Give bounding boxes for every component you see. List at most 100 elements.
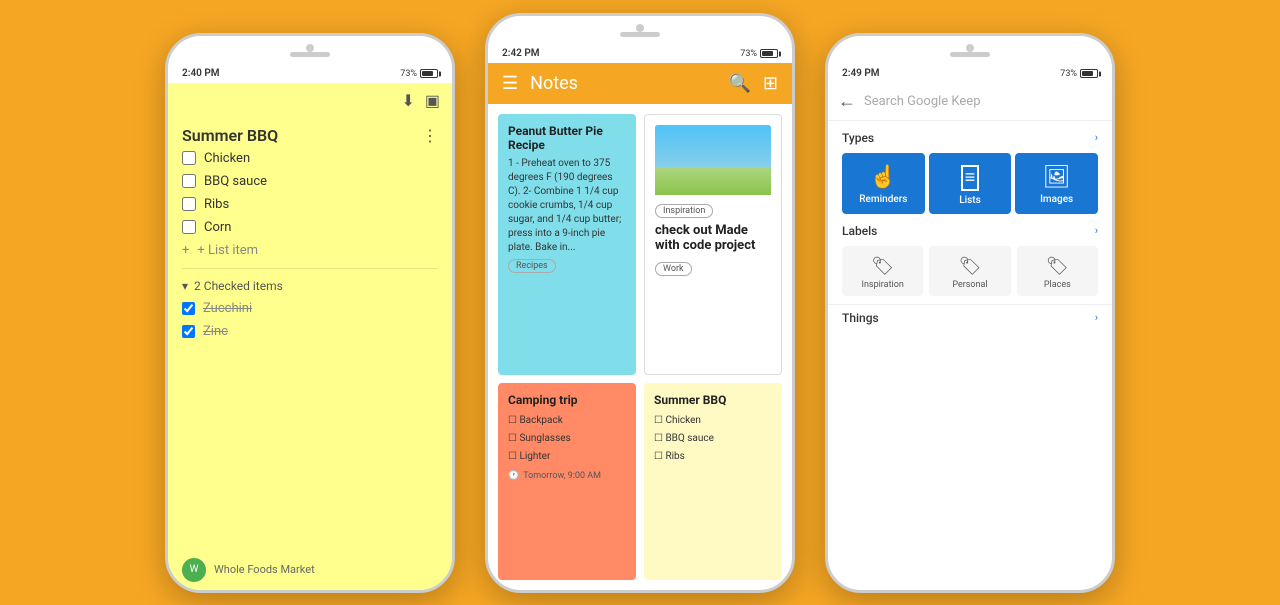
left-battery-pct: 73% (400, 69, 417, 79)
left-phone-top (168, 36, 452, 65)
work-tag: Work (655, 262, 692, 276)
reminders-icon: ☝ (870, 165, 897, 190)
left-screen: ⬇ ▣ Summer BBQ ⋮ Chicken BBQ sauce (168, 83, 452, 590)
label-places[interactable]: 🏷 Places (1017, 246, 1098, 296)
right-screen: ← Search Google Keep Types › ☝ Reminders… (828, 83, 1112, 590)
things-header: Things › (842, 305, 1098, 331)
labels-section: Labels › 🏷 Inspiration 🏷 Personal 🏷 Plac… (828, 224, 1112, 304)
center-phone: 2:42 PM 73% ☰ Notes 🔍 ⊞ Peanut Butter Pi… (485, 13, 795, 593)
label-tag-icon-2: 🏷 (1046, 256, 1069, 277)
center-app-bar: ☰ Notes 🔍 ⊞ (488, 63, 792, 104)
clock-icon: 🕐 (508, 471, 519, 481)
more-icon[interactable]: ⋮ (422, 126, 438, 145)
center-battery-icon (760, 49, 778, 58)
lists-icon: ≡ (961, 165, 980, 191)
checklist-divider (182, 268, 438, 269)
images-icon: 🖼 (1043, 165, 1071, 190)
chevron-down-icon: ▾ (182, 279, 188, 293)
image-field (655, 167, 771, 195)
add-list-item[interactable]: + + List item (182, 243, 438, 258)
checked-section-toggle[interactable]: ▾ 2 Checked items (182, 279, 438, 293)
checkbox-zucchini[interactable] (182, 302, 195, 315)
types-title: Types (842, 131, 874, 145)
labels-grid: 🏷 Inspiration 🏷 Personal 🏷 Places (842, 246, 1098, 296)
things-more[interactable]: › (1095, 311, 1098, 324)
grid-icon[interactable]: ⊞ (763, 73, 778, 94)
left-speaker (290, 52, 330, 57)
note-card-inspiration[interactable]: Inspiration check out Made with code pro… (644, 114, 782, 376)
archive-icon[interactable]: ⬇ (401, 91, 414, 110)
note-card-bbq[interactable]: Summer BBQ ☐ Chicken ☐ BBQ sauce ☐ Ribs (644, 383, 782, 580)
image-sky (655, 125, 771, 167)
app-bar-title: Notes (530, 73, 716, 94)
label-inspiration[interactable]: 🏷 Inspiration (842, 246, 923, 296)
camping-item-3: ☐ Lighter (508, 448, 626, 466)
reminders-label: Reminders (859, 194, 907, 205)
phones-container: 2:40 PM 73% ⬇ ▣ Summer BBQ ⋮ Chicken (0, 0, 1280, 605)
search-input[interactable]: Search Google Keep (864, 94, 1102, 109)
label-name-1: Personal (952, 280, 987, 290)
left-time: 2:40 PM (182, 68, 220, 79)
list-item-chicken: Chicken (182, 151, 438, 166)
right-time: 2:49 PM (842, 68, 880, 79)
inspiration-label-tag: Inspiration (655, 204, 713, 218)
checkbox-corn[interactable] (182, 220, 196, 234)
bbq-card-title: Summer BBQ (654, 393, 772, 407)
list-item-bbq: BBQ sauce (182, 174, 438, 189)
checkbox-ribs[interactable] (182, 197, 196, 211)
center-speaker (620, 32, 660, 37)
right-camera (966, 44, 974, 52)
footer-text: Whole Foods Market (214, 563, 315, 576)
right-battery-icon (1080, 69, 1098, 78)
center-status-icons: 73% (740, 49, 778, 59)
checkbox-chicken[interactable] (182, 151, 196, 165)
label-name-2: Places (1044, 280, 1071, 290)
camping-time: 🕐 Tomorrow, 9:00 AM (508, 471, 626, 481)
types-header: Types › (842, 131, 1098, 145)
right-speaker (950, 52, 990, 57)
center-phone-top (488, 16, 792, 45)
types-more[interactable]: › (1095, 131, 1098, 144)
camping-item-2: ☐ Sunglasses (508, 430, 626, 448)
right-status-icons: 73% (1060, 69, 1098, 79)
left-status-bar: 2:40 PM 73% (168, 65, 452, 83)
label-name-0: Inspiration (862, 280, 904, 290)
checkbox-bbq[interactable] (182, 174, 196, 188)
bbq-item-1: ☐ Chicken (654, 412, 772, 430)
labels-title: Labels (842, 224, 877, 238)
left-status-icons: 73% (400, 69, 438, 79)
checked-item-zucchini: Zucchini (182, 301, 438, 316)
camping-card-title: Camping trip (508, 393, 626, 407)
left-note-content: Summer BBQ ⋮ Chicken BBQ sauce Ribs (168, 118, 452, 550)
center-camera (636, 24, 644, 32)
recipe-card-title: Peanut Butter Pie Recipe (508, 124, 626, 152)
center-time: 2:42 PM (502, 48, 540, 59)
notes-grid: Peanut Butter Pie Recipe 1 - Preheat ove… (488, 104, 792, 590)
checked-item-zinc: Zinc (182, 324, 438, 339)
checkbox-icon[interactable]: ▣ (425, 91, 440, 110)
hamburger-icon[interactable]: ☰ (502, 73, 518, 94)
type-images[interactable]: 🖼 Images (1015, 153, 1098, 214)
type-reminders[interactable]: ☝ Reminders (842, 153, 925, 214)
right-battery-pct: 73% (1060, 69, 1077, 79)
list-item-ribs: Ribs (182, 197, 438, 212)
left-note-footer: W Whole Foods Market (168, 550, 452, 590)
recipe-tag: Recipes (508, 259, 556, 273)
note-card-camping[interactable]: Camping trip ☐ Backpack ☐ Sunglasses ☐ L… (498, 383, 636, 580)
left-note-toolbar: ⬇ ▣ (168, 83, 452, 118)
bbq-item-3: ☐ Ribs (654, 448, 772, 466)
left-battery-icon (420, 69, 438, 78)
search-icon[interactable]: 🔍 (728, 73, 750, 94)
note-card-recipe[interactable]: Peanut Butter Pie Recipe 1 - Preheat ove… (498, 114, 636, 376)
things-title: Things (842, 311, 879, 325)
checkbox-zinc[interactable] (182, 325, 195, 338)
back-icon[interactable]: ← (838, 91, 856, 112)
things-section: Things › (828, 304, 1112, 331)
labels-more[interactable]: › (1095, 224, 1098, 237)
types-grid: ☝ Reminders ≡ Lists 🖼 Images (842, 153, 1098, 214)
label-tag-icon-0: 🏷 (871, 256, 894, 277)
label-personal[interactable]: 🏷 Personal (929, 246, 1010, 296)
camping-item-1: ☐ Backpack (508, 412, 626, 430)
type-lists[interactable]: ≡ Lists (929, 153, 1012, 214)
right-phone-top (828, 36, 1112, 65)
